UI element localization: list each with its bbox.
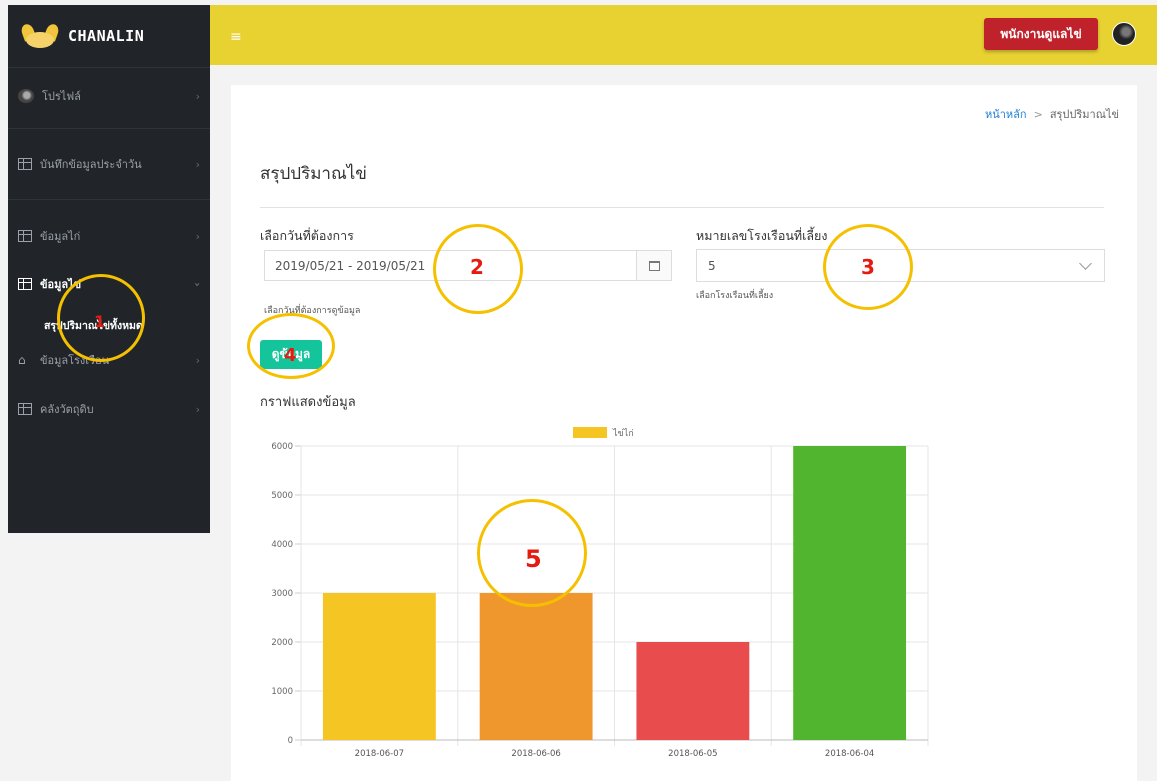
legend-swatch [573,427,607,438]
y-tick-label: 1000 [271,687,293,697]
sidebar-item-chicken[interactable]: ข้อมูลไก่ › [8,225,210,247]
annotation-number-5: 5 [525,545,542,573]
chart-heading: กราฟแสดงข้อมูล [260,395,356,410]
role-button[interactable]: พนักงานดูแลไข่ [984,18,1098,50]
divider [260,207,1104,208]
y-tick-label: 3000 [271,589,293,599]
hamburger-icon[interactable]: ≡ [230,29,242,45]
chevron-right-icon: › [195,402,200,416]
home-icon: ⌂ [18,353,26,367]
y-tick-label: 6000 [271,442,293,452]
chevron-right-icon: › [195,229,200,243]
bar [479,593,593,740]
x-tick-label: 2018-06-04 [825,749,874,759]
house-help-text: เลือกโรงเรือนที่เลี้ยง [696,291,774,301]
chevron-right-icon: › [195,353,200,367]
top-bar: ≡ พนักงานดูแลไข่ [210,5,1157,65]
chevron-right-icon: › [195,89,200,103]
chicken-logo-icon [19,22,61,48]
table-icon [18,278,32,290]
legend-label: ไข่ไก่ [612,428,634,439]
bar [793,446,907,740]
sidebar-item-label: ข้อมูลไก่ [40,230,81,243]
main-card: หน้าหลัก > สรุปปริมาณไข่ สรุปปริมาณไข่ เลื… [231,85,1137,781]
breadcrumb: หน้าหลัก > สรุปปริมาณไข่ [985,105,1119,123]
chevron-right-icon: › [195,157,200,171]
annotation-number-4: 4 [284,345,297,366]
user-avatar[interactable] [1112,22,1136,46]
sidebar-item-label: บันทึกข้อมูลประจำวัน [40,158,142,171]
chevron-down-icon [1079,257,1092,270]
breadcrumb-separator: > [1033,108,1043,121]
calendar-icon [648,260,660,271]
x-tick-label: 2018-06-05 [668,749,717,759]
y-tick-label: 5000 [271,491,293,501]
brand[interactable]: CHANALIN [8,5,210,68]
date-label: เลือกวันที่ต้องการ [260,228,354,243]
table-icon [18,230,32,242]
house-label: หมายเลขโรงเรือนที่เลี้ยง [696,228,828,243]
sidebar-item-material[interactable]: คลังวัตถุดิบ › [8,398,210,420]
table-icon [18,403,32,415]
chevron-down-icon: › [191,281,205,287]
sidebar-item-daily-record[interactable]: บันทึกข้อมูลประจำวัน › [8,153,210,175]
y-tick-label: 2000 [271,638,293,648]
sidebar-item-label: คลังวัตถุดิบ [40,403,94,416]
bar [636,642,750,740]
avatar [18,89,34,103]
page-title: สรุปปริมาณไข่ [260,164,367,184]
sidebar-item-label: โปรไฟล์ [42,90,81,103]
y-tick-label: 4000 [271,540,293,550]
breadcrumb-current: สรุปปริมาณไข่ [1049,108,1119,121]
x-tick-label: 2018-06-06 [511,749,560,759]
annotation-number-3: 3 [861,255,875,279]
calendar-button[interactable] [636,251,671,280]
sidebar-item-profile[interactable]: โปรไฟล์ › [8,85,210,107]
breadcrumb-home-link[interactable]: หน้าหลัก [985,108,1027,121]
y-tick-label: 0 [288,736,293,746]
brand-name: CHANALIN [68,27,145,45]
bar [322,593,436,740]
annotation-number-2: 2 [470,255,484,279]
bar-chart: ไข่ไก่ 0 1000 2000 3000 4000 5000 6000 2018-06-0… [271,427,929,759]
annotation-number-1: 1 [94,312,106,331]
sidebar: CHANALIN โปรไฟล์ › บันทึกข้อมูลประจำวัน … [8,5,210,533]
x-tick-label: 2018-06-07 [355,749,404,759]
table-icon [18,158,32,170]
